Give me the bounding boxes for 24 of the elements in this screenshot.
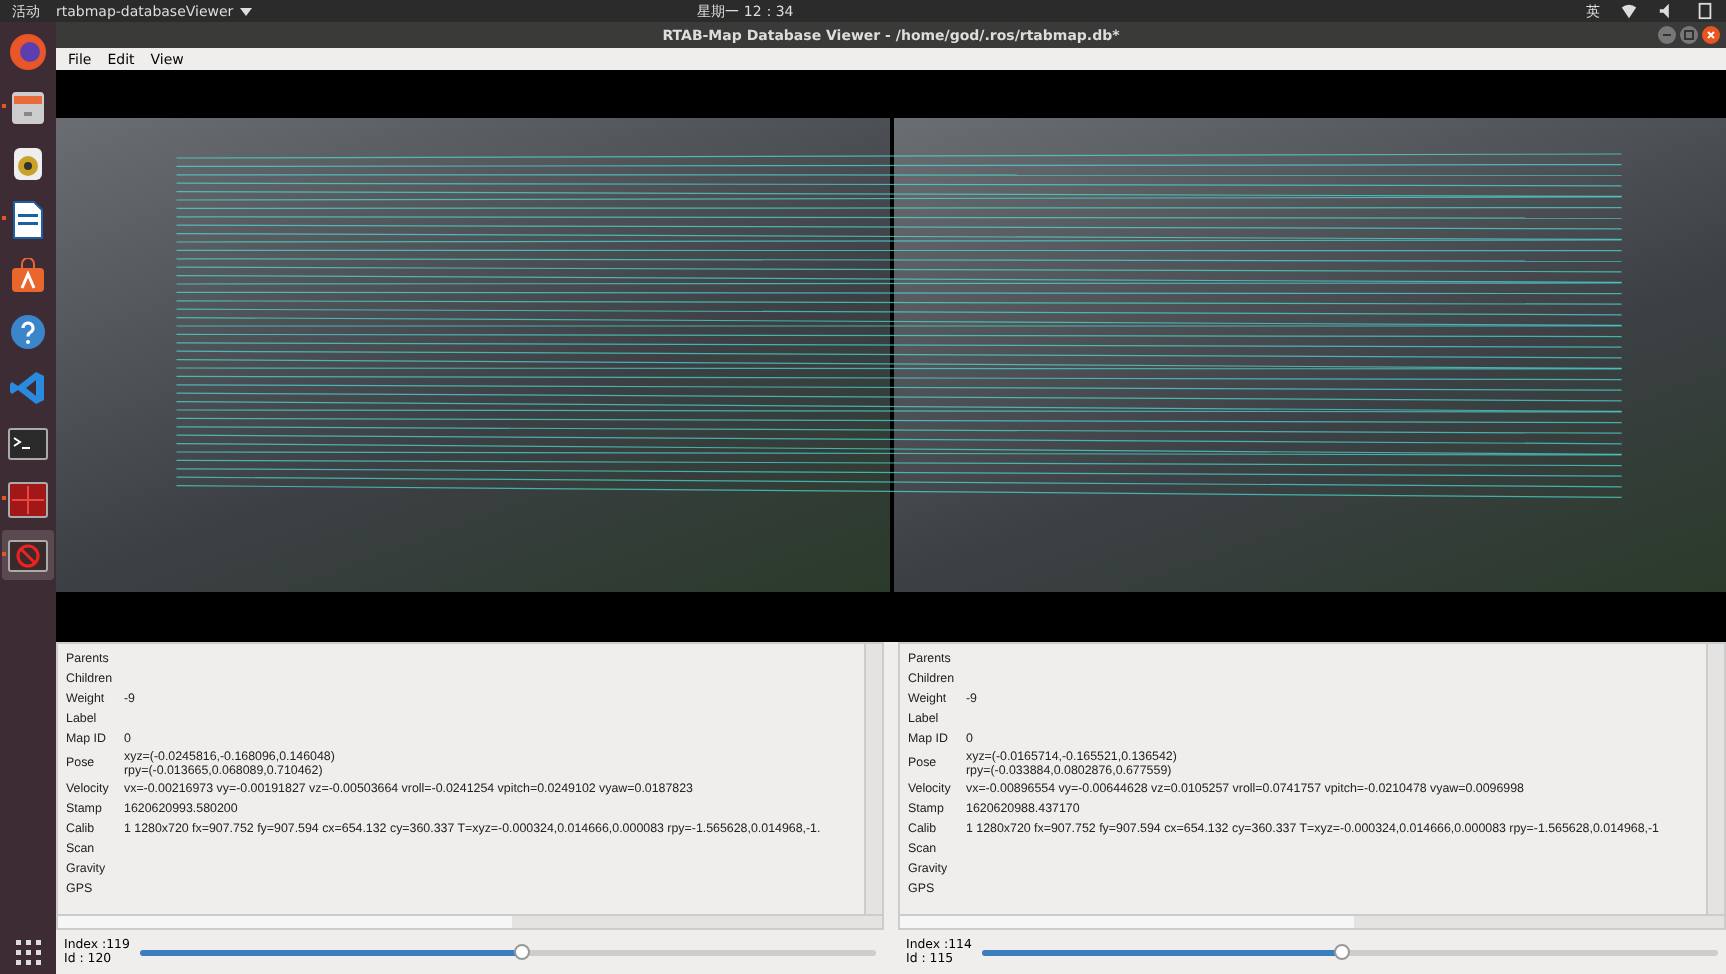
minimize-icon[interactable] — [1658, 26, 1676, 44]
speaker-icon[interactable] — [12, 145, 44, 181]
slider-handle[interactable] — [1334, 943, 1351, 959]
firefox-icon[interactable] — [8, 31, 48, 71]
shopping-bag-icon[interactable] — [10, 257, 46, 293]
monitor-app-icon[interactable] — [8, 481, 48, 517]
close-icon[interactable] — [1702, 26, 1720, 44]
vertical-scrollbar[interactable] — [1706, 644, 1724, 914]
slider-track[interactable] — [140, 949, 876, 955]
horizontal-scrollbar[interactable] — [56, 916, 884, 930]
slider-handle[interactable] — [514, 943, 531, 959]
no-entry-icon[interactable] — [8, 539, 48, 571]
app-grid-icon[interactable] — [14, 938, 42, 966]
help-icon[interactable] — [10, 313, 46, 349]
code-editor-icon[interactable] — [10, 369, 46, 405]
slider-track[interactable] — [982, 949, 1718, 955]
terminal-icon[interactable] — [8, 427, 48, 459]
battery-icon[interactable] — [1696, 2, 1714, 20]
file-cabinet-icon[interactable] — [10, 89, 46, 125]
horizontal-scrollbar[interactable] — [898, 916, 1726, 930]
vertical-scrollbar[interactable] — [864, 644, 882, 914]
network-icon[interactable] — [1620, 2, 1638, 20]
caret-icon — [239, 7, 252, 15]
document-icon[interactable] — [12, 199, 44, 239]
